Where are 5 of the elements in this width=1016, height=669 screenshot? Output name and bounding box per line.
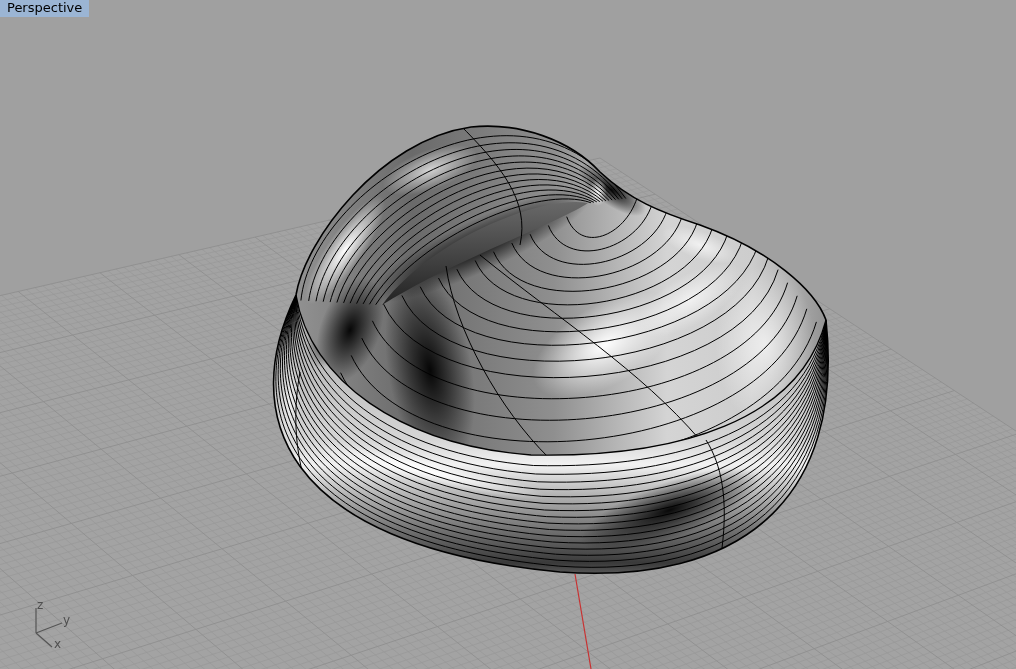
axis-label: x xyxy=(54,637,62,651)
axis-label: z xyxy=(37,598,44,612)
axis-triad-icon xyxy=(35,607,63,648)
viewport-title[interactable]: Perspective xyxy=(0,0,90,17)
axis-label: y xyxy=(63,613,71,627)
